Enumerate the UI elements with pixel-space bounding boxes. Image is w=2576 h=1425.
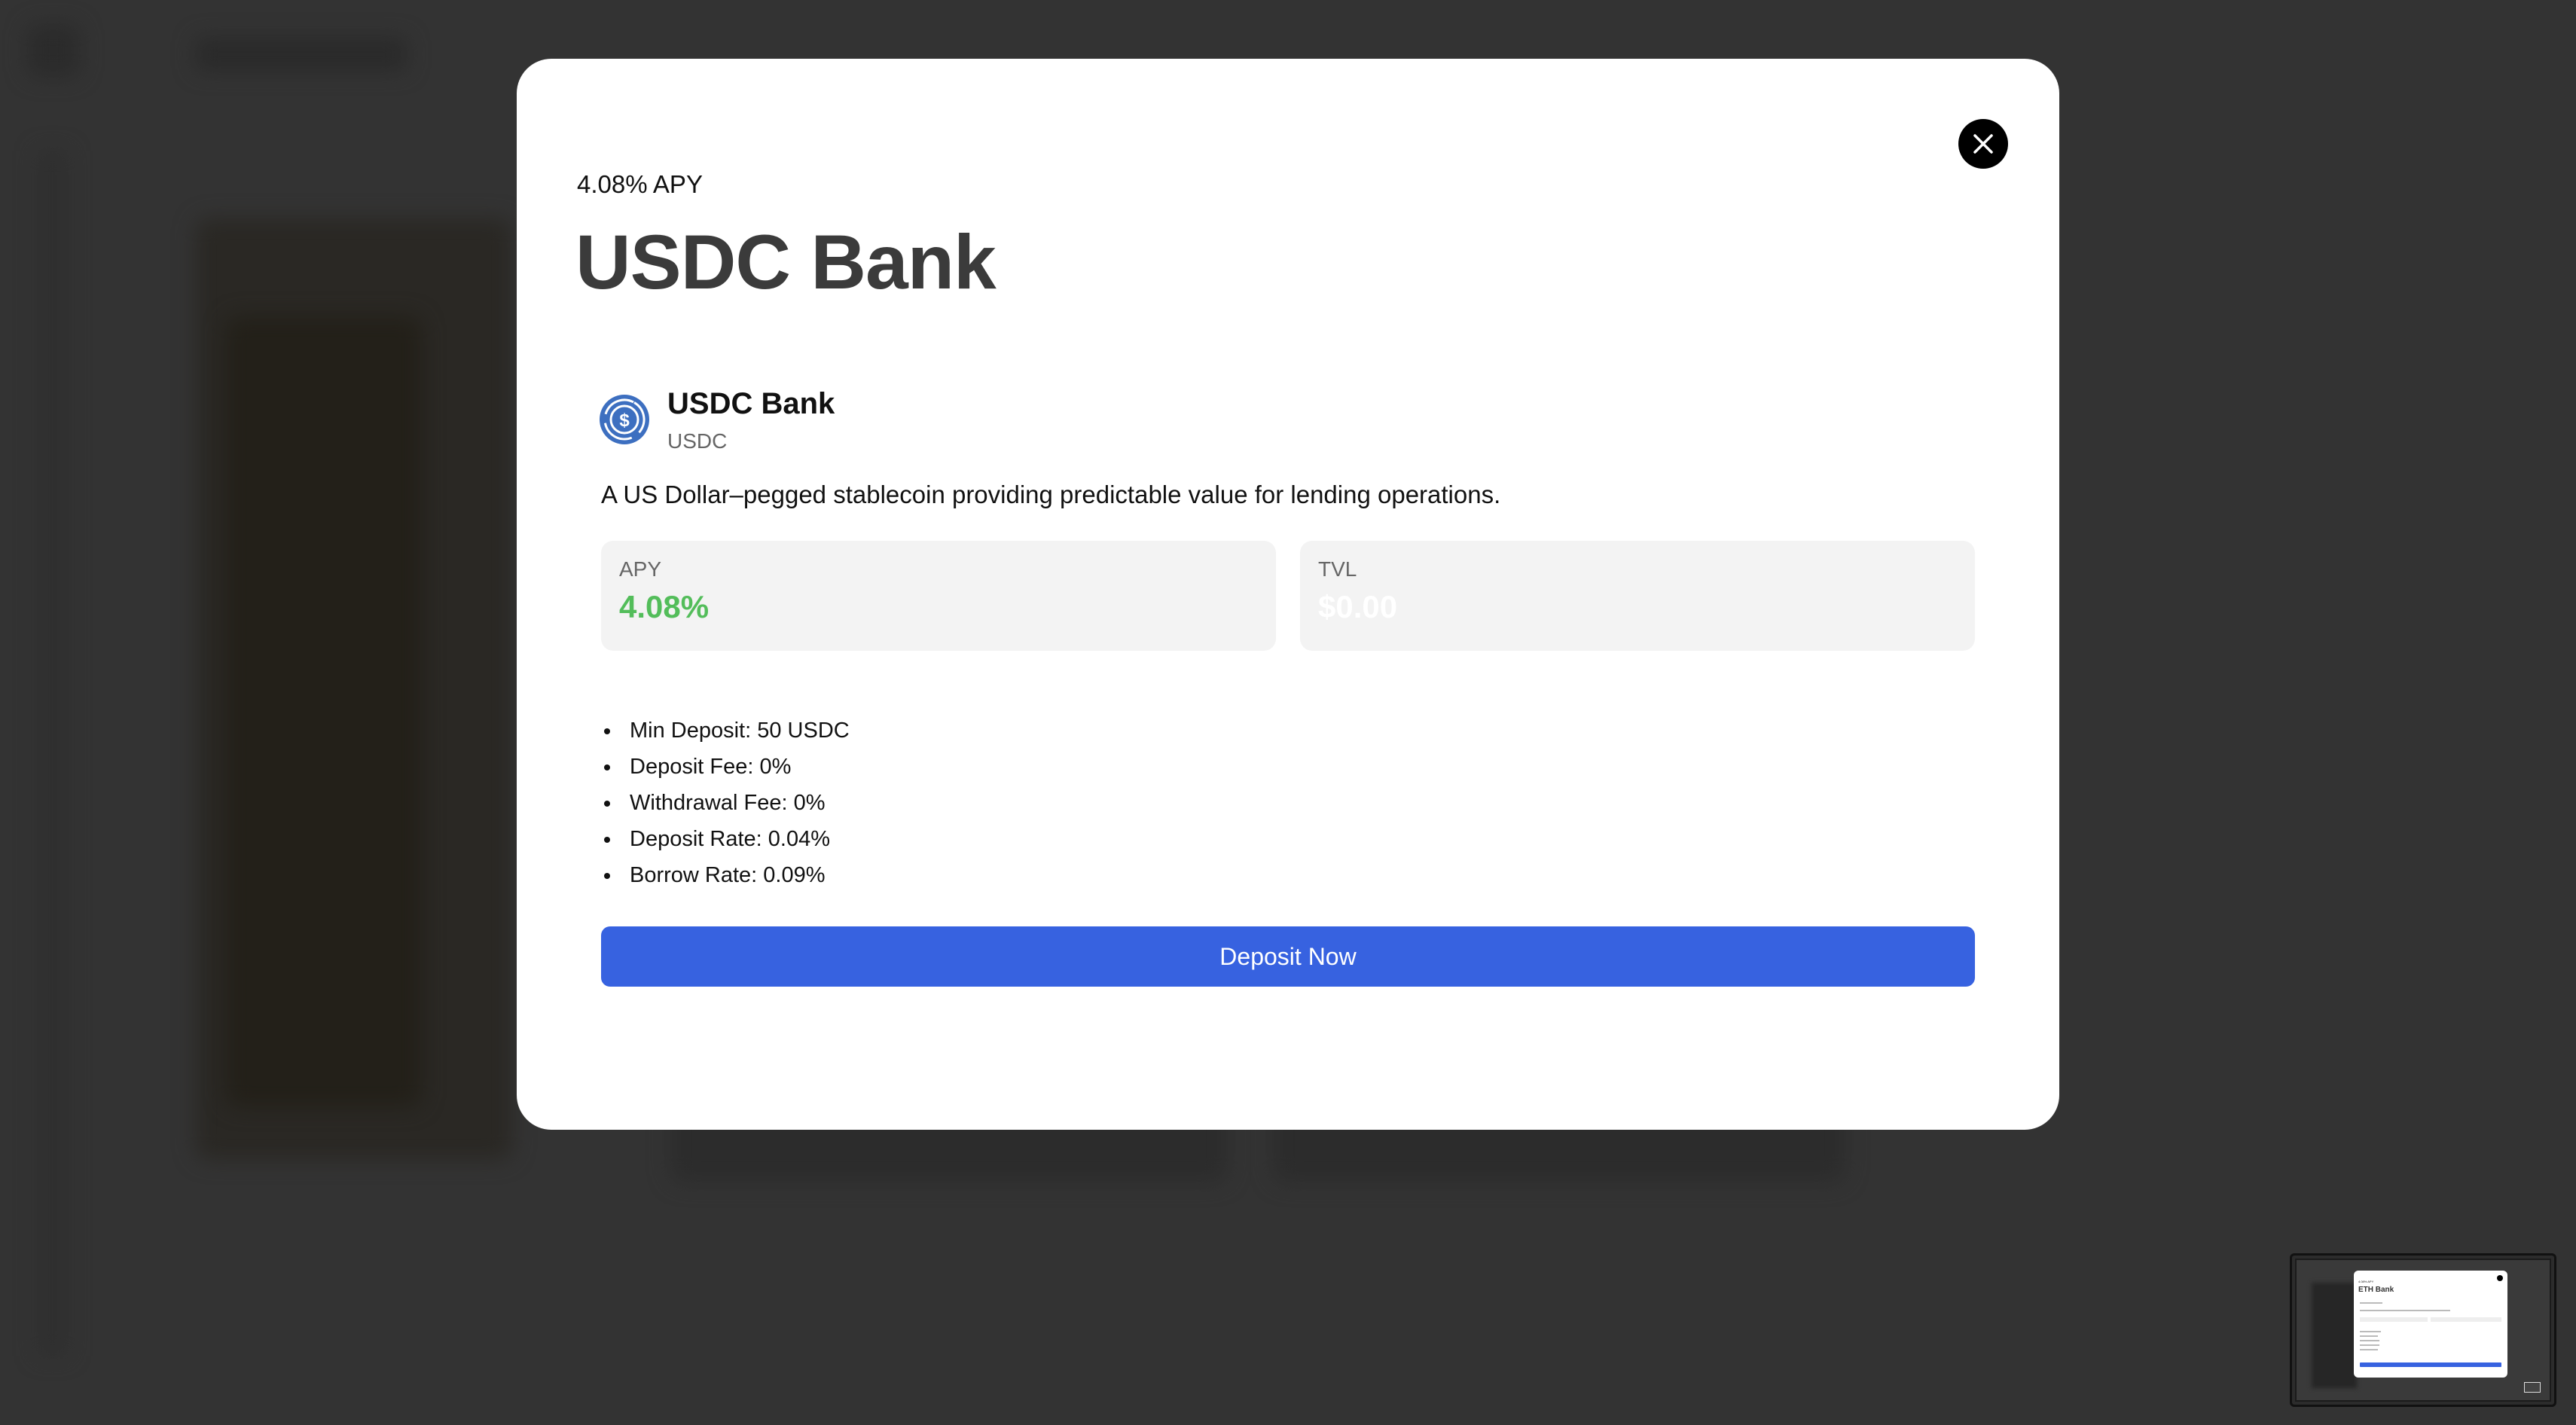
apy-header: 4.08% APY bbox=[577, 170, 703, 198]
asset-description: A US Dollar–pegged stablecoin providing … bbox=[601, 481, 1501, 508]
modal-title: USDC Bank bbox=[575, 219, 997, 305]
keyboard-icon bbox=[2524, 1382, 2541, 1393]
thumbnail-title: ETH Bank bbox=[2358, 1286, 2394, 1294]
list-item: Deposit Fee: 0% bbox=[601, 749, 850, 785]
usdc-coin-icon: $ bbox=[600, 395, 649, 444]
tvl-stat-card: TVL $0.00 bbox=[1300, 541, 1975, 651]
thumbnail-line bbox=[2360, 1302, 2382, 1304]
svg-text:$: $ bbox=[619, 410, 630, 431]
thumbnail-line bbox=[2360, 1340, 2379, 1341]
background-logo bbox=[27, 24, 80, 77]
tvl-value: $0.00 bbox=[1318, 589, 1398, 624]
thumbnail-modal: 4.08% APY ETH Bank bbox=[2354, 1271, 2507, 1378]
bank-details-list: Min Deposit: 50 USDC Deposit Fee: 0% Wit… bbox=[601, 712, 850, 893]
background-sidebar bbox=[38, 151, 68, 1356]
thumbnail-preview: 4.08% APY ETH Bank bbox=[2295, 1259, 2551, 1402]
apy-value: 4.08% bbox=[619, 589, 710, 624]
thumbnail-close-icon bbox=[2497, 1275, 2503, 1281]
asset-name: USDC Bank bbox=[667, 387, 835, 420]
thumbnail-background bbox=[2312, 1283, 2357, 1388]
thumbnail-line bbox=[2360, 1331, 2381, 1332]
list-item: Withdrawal Fee: 0% bbox=[601, 785, 850, 821]
thumbnail-line bbox=[2360, 1317, 2428, 1322]
thumbnail-line bbox=[2360, 1310, 2450, 1311]
deposit-now-button[interactable]: Deposit Now bbox=[601, 926, 1975, 987]
tvl-label: TVL bbox=[1318, 557, 1357, 581]
apy-label: APY bbox=[619, 557, 662, 581]
thumbnail-line bbox=[2360, 1335, 2378, 1337]
close-icon bbox=[1973, 134, 1993, 154]
background-card-image bbox=[226, 316, 422, 1107]
thumbnail-line bbox=[2360, 1349, 2378, 1350]
thumbnail-apy: 4.08% APY bbox=[2358, 1280, 2374, 1283]
list-item: Min Deposit: 50 USDC bbox=[601, 712, 850, 749]
close-button[interactable] bbox=[1958, 119, 2008, 169]
thumbnail-line bbox=[2360, 1344, 2379, 1346]
thumbnail-line bbox=[2431, 1317, 2501, 1322]
screenshot-thumbnail[interactable]: 4.08% APY ETH Bank bbox=[2290, 1253, 2556, 1407]
bank-details-modal: 4.08% APY USDC Bank $ USDC Bank USDC A U… bbox=[517, 59, 2059, 1130]
thumbnail-button bbox=[2360, 1362, 2501, 1367]
apy-stat-card: APY 4.08% bbox=[601, 541, 1276, 651]
list-item: Borrow Rate: 0.09% bbox=[601, 857, 850, 893]
background-title bbox=[196, 38, 407, 71]
asset-symbol: USDC bbox=[667, 429, 728, 453]
list-item: Deposit Rate: 0.04% bbox=[601, 821, 850, 857]
